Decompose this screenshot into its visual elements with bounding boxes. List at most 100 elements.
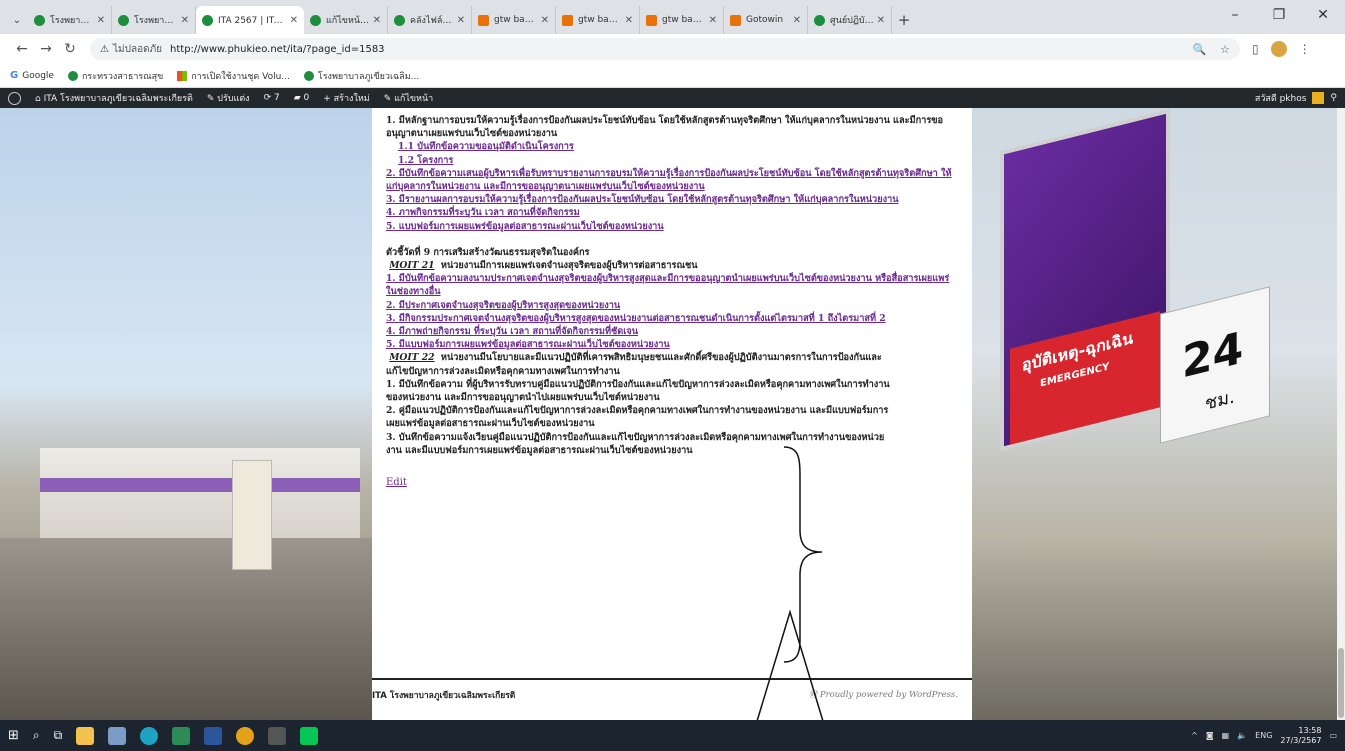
backoffice-favicon-icon <box>646 14 657 26</box>
paint-icon[interactable] <box>108 726 127 745</box>
not-secure-label[interactable]: ไม่ปลอดภัย <box>113 42 162 57</box>
wordpress-logo-icon[interactable] <box>8 91 21 105</box>
clock-date: 27/3/2567 <box>1280 735 1322 745</box>
edit-link[interactable]: Edit <box>386 477 407 488</box>
zoom-icon[interactable]: 🔍 <box>1193 43 1207 56</box>
moit22-item-2: 2. คู่มือแนวปฏิบัติการป้องกันและแก้ไขปัญ… <box>386 405 889 430</box>
word-icon[interactable] <box>204 726 223 745</box>
taskbar-clock[interactable]: 13:58 27/3/2567 <box>1280 726 1321 746</box>
browser-tab[interactable]: gtw backoffice✕ <box>472 6 556 34</box>
wp-new-label: สร้างใหม่ <box>333 94 370 104</box>
scrollbar-thumb[interactable] <box>1338 648 1344 718</box>
link-1-1[interactable]: 1.1 บันทึกข้อความขออนุมัติดำเนินโครงการ <box>386 140 958 153</box>
side-panel-icon[interactable]: ▯ <box>1252 42 1259 56</box>
wp-comments[interactable]: ▰ 0 <box>294 93 310 103</box>
bookmark-item[interactable]: การเปิดใช้งานชุด Volu... <box>177 69 290 83</box>
browser-tab[interactable]: Gotowin ✕ <box>724 6 808 34</box>
tray-network-icon[interactable]: ▦ <box>1222 731 1230 740</box>
link-1-2[interactable]: 1.2 โครงการ <box>386 154 958 167</box>
tab-close-icon[interactable]: ✕ <box>97 15 105 26</box>
site-favicon-icon <box>394 14 405 26</box>
chrome-icon[interactable] <box>236 726 255 745</box>
browser-tab[interactable]: คลังไฟล์สื่อ ‹ ITA โร✕ <box>388 6 472 34</box>
browser-tab[interactable]: โรงพยาบาลภูเขียวเฉ✕ <box>112 6 196 34</box>
moit21-link-4[interactable]: 4. มีภาพถ่ายกิจกรรม ที่ระบุวัน เวลา สถาน… <box>386 325 958 338</box>
browser-tab[interactable]: ITA 2567 | ITA โรง✕ <box>196 6 304 34</box>
tab-close-icon[interactable]: ✕ <box>625 15 633 26</box>
moit21-link-1[interactable]: 1. มีบันทึกข้อความลงนามประกาศเจตจำนงสุจร… <box>386 272 958 298</box>
tab-label: gtw backoffice <box>662 15 706 25</box>
calculator-icon[interactable] <box>268 726 287 745</box>
browser-tab[interactable]: gtw backoffice✕ <box>556 6 640 34</box>
tab-close-icon[interactable]: ✕ <box>793 15 801 26</box>
bookmark-item[interactable]: โรงพยาบาลภูเขียวเฉลิม... <box>303 69 419 83</box>
browser-tab[interactable]: แก้ไขหน้า ‹ ITA โรง✕ <box>304 6 388 34</box>
new-tab-button[interactable]: + <box>892 6 916 34</box>
microsoft-icon <box>177 71 188 81</box>
restore-icon[interactable]: ❐ <box>1257 0 1301 30</box>
edge-icon[interactable] <box>140 726 159 745</box>
wp-site-name[interactable]: ⌂ ITA โรงพยาบาลภูเขียวเฉลิมพระเกียรติ <box>35 91 193 105</box>
browser-tab[interactable]: gtw backoffice✕ <box>640 6 724 34</box>
task-view-icon[interactable]: ⧉ <box>54 728 63 743</box>
browser-tab[interactable]: ศูนย์ปฏิบัติการต่อต้✕ <box>808 6 892 34</box>
line-icon[interactable] <box>300 726 319 745</box>
link-5[interactable]: 5. แบบฟอร์มการเผยแพร่ข้อมูลต่อสาธารณะผ่า… <box>386 220 958 233</box>
wp-updates[interactable]: ⟳ 7 <box>264 93 280 103</box>
moit22-item-1: 1. มีบันทึกข้อความ ที่ผู้บริหารรับทราบคู… <box>386 378 890 404</box>
minimize-icon[interactable]: – <box>1213 0 1257 30</box>
tab-label: gtw backoffice <box>494 15 538 25</box>
wp-user-avatar[interactable] <box>1312 92 1325 104</box>
address-bar[interactable]: ⚠ ไม่ปลอดภัย http://www.phukieo.net/ita/… <box>90 38 1240 60</box>
moit21-link-3[interactable]: 3. มีกิจกรรมประกาศเจตจำนงสุจริตของผู้บริ… <box>386 312 958 325</box>
tab-close-icon[interactable]: ✕ <box>290 15 298 26</box>
tab-close-icon[interactable]: ✕ <box>709 15 717 26</box>
url-text[interactable]: http://www.phukieo.net/ita/?page_id=1583 <box>170 44 385 55</box>
notification-icon[interactable]: ▭ <box>1329 731 1337 740</box>
link-4[interactable]: 4. ภาพกิจกรรมที่ระบุวัน เวลา สถานที่จัดก… <box>386 206 958 219</box>
bookmark-star-icon[interactable]: ☆ <box>1220 43 1230 56</box>
kebab-menu-icon[interactable]: ⋮ <box>1299 42 1311 56</box>
tab-strip: ⌄ โรงพยาบาลภูเขียวเฉ✕โรงพยาบาลภูเขียวเฉ✕… <box>0 0 1345 34</box>
tab-search-icon[interactable]: ⌄ <box>6 6 28 34</box>
back-icon[interactable]: ← <box>10 41 34 57</box>
wp-search-icon[interactable]: ⚲ <box>1330 93 1337 103</box>
link-3[interactable]: 3. มีรายงานผลการอบรมให้ความรู้เรื่องการป… <box>386 193 958 206</box>
tab-close-icon[interactable]: ✕ <box>181 15 189 26</box>
tab-close-icon[interactable]: ✕ <box>373 15 381 26</box>
moit21-link-5[interactable]: 5. มีแบบฟอร์มการเผยแพร่ข้อมูลต่อสาธารณะผ… <box>386 338 958 351</box>
file-explorer-icon[interactable] <box>76 726 95 745</box>
profile-avatar[interactable] <box>1270 41 1287 57</box>
reload-icon[interactable]: ↻ <box>58 41 82 57</box>
footer-powered[interactable]: Ⓦ Proudly powered by WordPress. <box>809 688 958 702</box>
photos-icon[interactable] <box>172 726 191 745</box>
wp-customize[interactable]: ✎ ปรับแต่ง <box>207 91 250 105</box>
bookmark-item[interactable]: G Google <box>10 70 54 81</box>
tray-volume-icon[interactable]: 🔈 <box>1237 731 1247 740</box>
forward-icon[interactable]: → <box>34 41 58 57</box>
search-icon[interactable]: ⌕ <box>33 728 40 743</box>
bookmark-item[interactable]: กระทรวงสาธารณสุข <box>67 69 164 83</box>
tab-label: Gotowin <box>746 15 784 25</box>
window-controls: – ❐ ✕ <box>1213 0 1345 30</box>
tab-close-icon[interactable]: ✕ <box>877 15 885 26</box>
bookmark-label: กระทรวงสาธารณสุข <box>81 71 164 82</box>
warning-icon[interactable]: ⚠ <box>100 44 109 55</box>
page-scrollbar[interactable] <box>1337 108 1345 720</box>
link-2[interactable]: 2. มีบันทึกข้อความเสนอผู้บริหารเพื่อรับท… <box>386 167 958 193</box>
close-window-icon[interactable]: ✕ <box>1301 0 1345 30</box>
wp-greeting[interactable]: สวัสดี pkhos <box>1255 91 1307 105</box>
moit21-link-2[interactable]: 2. มีประกาศเจตจำนงสุจริตของผู้บริหารสูงส… <box>386 299 958 312</box>
tray-app-icon[interactable]: ◙ <box>1206 731 1214 740</box>
tab-close-icon[interactable]: ✕ <box>541 15 549 26</box>
tab-label: ศูนย์ปฏิบัติการต่อต้ <box>830 16 874 26</box>
wp-edit-page[interactable]: ✎ แก้ไขหน้า <box>384 91 433 105</box>
footer-site-name[interactable]: ITA โรงพยาบาลภูเขียวเฉลิมพระเกียรติ <box>372 688 515 702</box>
wp-new[interactable]: + สร้างใหม่ <box>323 91 369 105</box>
tray-lang[interactable]: ENG <box>1255 731 1272 740</box>
tray-chevron-icon[interactable]: ^ <box>1191 731 1198 740</box>
browser-tab[interactable]: โรงพยาบาลภูเขียวเฉ✕ <box>28 6 112 34</box>
indicator-9-heading: ตัวชี้วัดที่ 9 การเสริมสร้างวัฒนธรรมสุจร… <box>386 246 590 258</box>
tab-close-icon[interactable]: ✕ <box>457 15 465 26</box>
windows-start-icon[interactable]: ⊞ <box>8 728 19 743</box>
